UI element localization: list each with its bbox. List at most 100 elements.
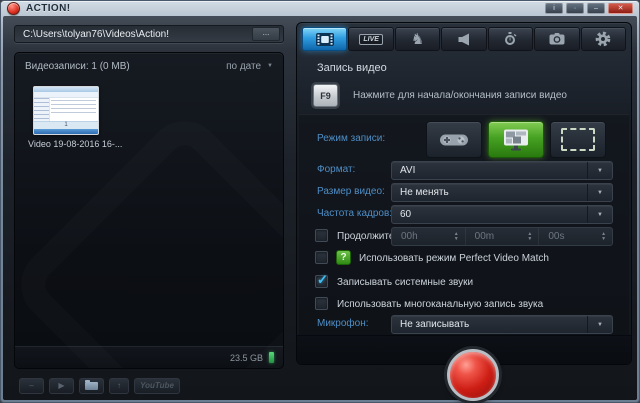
record-button[interactable] [447, 349, 499, 401]
mic-value: Не записывать [392, 316, 587, 333]
hours-value: 00h [392, 231, 454, 242]
close-button[interactable]: ✕ [608, 3, 633, 14]
recording-panel: LIVE ♞ [296, 22, 632, 365]
spinner-arrows-icon[interactable]: ▲▼ [527, 232, 532, 241]
fps-label: Частота кадров: [317, 208, 392, 219]
duration-checkbox[interactable] [315, 229, 328, 242]
tab-audio[interactable] [441, 27, 486, 51]
browse-button[interactable]: ... [252, 27, 280, 41]
seconds-stepper[interactable]: 00s ▲▼ [538, 228, 612, 245]
export-button[interactable]: ↑ [109, 378, 129, 394]
thumb-explorer-sidebar [34, 98, 50, 122]
youtube-upload-button[interactable]: YouTube [134, 378, 180, 394]
tab-bar: LIVE ♞ [302, 27, 626, 51]
chevron-down-icon[interactable]: ▼ [587, 206, 612, 223]
library-statusbar: 23.5 GB [15, 346, 283, 368]
thumb-statusband: 1 [34, 121, 98, 129]
fps-select[interactable]: 60 ▼ [391, 205, 613, 224]
pvm-checkbox[interactable] [315, 251, 328, 264]
library-toolbar: – ▶ ↑ YouTube [19, 377, 180, 394]
mode-row: Режим записи: [299, 121, 629, 159]
speaker-icon [457, 33, 471, 46]
mode-games-button[interactable] [426, 121, 482, 158]
library-panel: Видеозаписи: 1 (0 MB) по дате ▼ 1 Video … [14, 52, 284, 369]
video-thumbnail[interactable]: 1 [33, 86, 99, 135]
sort-dropdown[interactable]: по дате ▼ [226, 61, 273, 72]
size-value: Не менять [392, 184, 587, 201]
upload-icon: ↑ [117, 381, 121, 390]
system-sounds-checkbox[interactable]: ✓ [315, 275, 328, 288]
format-select[interactable]: AVI ▼ [391, 161, 613, 180]
duration-row: Продолжительность: 00h ▲▼ 00m ▲▼ [299, 227, 629, 247]
mode-region-button[interactable] [550, 121, 606, 158]
tab-screenshots[interactable] [534, 27, 579, 51]
sort-label: по дате [226, 61, 261, 72]
check-icon: ✓ [317, 272, 328, 288]
size-row: Размер видео: Не менять ▼ [299, 183, 629, 203]
window-title: ACTION! [26, 3, 70, 14]
tab-settings[interactable] [581, 27, 626, 51]
info-button[interactable]: i [545, 3, 563, 14]
minutes-value: 00m [466, 231, 528, 242]
multichannel-row: Использовать многоканальную запись звука [299, 295, 629, 315]
live-icon: LIVE [359, 34, 383, 45]
folder-icon [85, 382, 98, 390]
panel-title: Запись видео [317, 62, 387, 74]
chess-knight-icon: ♞ [411, 32, 424, 47]
format-label: Формат: [317, 164, 355, 175]
gamepad-icon [439, 131, 469, 148]
play-button[interactable]: ▶ [49, 378, 74, 394]
tray-button[interactable]: · [566, 3, 584, 14]
mic-label: Микрофон: [317, 318, 369, 329]
minutes-stepper[interactable]: 00m ▲▼ [465, 228, 539, 245]
hotkey-row: F9 Нажмите для начала/окончания записи в… [313, 82, 617, 109]
tab-benchmark[interactable] [488, 27, 533, 51]
duration-spinners: 00h ▲▼ 00m ▲▼ 00s [391, 227, 613, 246]
region-icon [561, 128, 595, 151]
chevron-down-icon[interactable]: ▼ [587, 184, 612, 201]
size-select[interactable]: Не менять ▼ [391, 183, 613, 202]
tab-video-recording[interactable] [302, 27, 347, 51]
recordings-count: Видеозаписи: 1 (0 MB) [25, 61, 130, 72]
stopwatch-icon [503, 32, 517, 46]
free-space-value: 23.5 GB [230, 353, 263, 363]
settings-section: Режим записи: [299, 114, 629, 336]
fps-value: 60 [392, 206, 587, 223]
window-controls: i · – ✕ [545, 3, 633, 14]
chevron-down-icon: ▼ [267, 63, 273, 69]
open-folder-button[interactable] [79, 378, 104, 394]
delete-button[interactable]: – [19, 378, 44, 394]
size-label: Размер видео: [317, 186, 385, 197]
gear-icon [595, 31, 611, 47]
mic-select[interactable]: Не записывать ▼ [391, 315, 613, 334]
chevron-down-icon[interactable]: ▼ [587, 162, 612, 179]
mode-desktop-button[interactable] [488, 121, 544, 158]
help-icon[interactable]: ? [336, 250, 351, 265]
video-filename: Video 19-08-2016 16-... [28, 139, 104, 149]
titlebar: ACTION! i · – ✕ [7, 2, 633, 15]
library-header: Видеозаписи: 1 (0 MB) по дате ▼ [25, 59, 273, 73]
minimize-button[interactable]: – [587, 3, 605, 14]
multichannel-checkbox[interactable] [315, 297, 328, 310]
format-value: AVI [392, 162, 587, 179]
hotkey-keycap: F9 [313, 84, 338, 107]
play-icon: ▶ [58, 381, 64, 390]
output-path-field[interactable]: C:\Users\tolyan76\Videos\Action! ... [14, 25, 284, 43]
spinner-arrows-icon[interactable]: ▲▼ [601, 232, 606, 241]
hotkey-hint: Нажмите для начала/окончания записи виде… [353, 90, 567, 101]
video-list-item[interactable]: 1 Video 19-08-2016 16-... [28, 86, 104, 149]
hours-stepper[interactable]: 00h ▲▼ [392, 228, 465, 245]
monitor-icon [503, 129, 529, 151]
chevron-down-icon[interactable]: ▼ [587, 316, 612, 333]
tab-live-streaming[interactable]: LIVE [348, 27, 393, 51]
pvm-row: ? Использовать режим Perfect Video Match [299, 249, 629, 269]
output-path-value: C:\Users\tolyan76\Videos\Action! [15, 29, 249, 40]
disk-space-icon [269, 352, 274, 363]
format-row: Формат: AVI ▼ [299, 161, 629, 181]
fps-row: Частота кадров: 60 ▼ [299, 205, 629, 225]
app-logo-icon [7, 2, 20, 15]
thumb-explorer-filelist [51, 100, 96, 114]
spinner-arrows-icon[interactable]: ▲▼ [454, 232, 459, 241]
tab-games[interactable]: ♞ [395, 27, 440, 51]
seconds-value: 00s [539, 231, 601, 242]
